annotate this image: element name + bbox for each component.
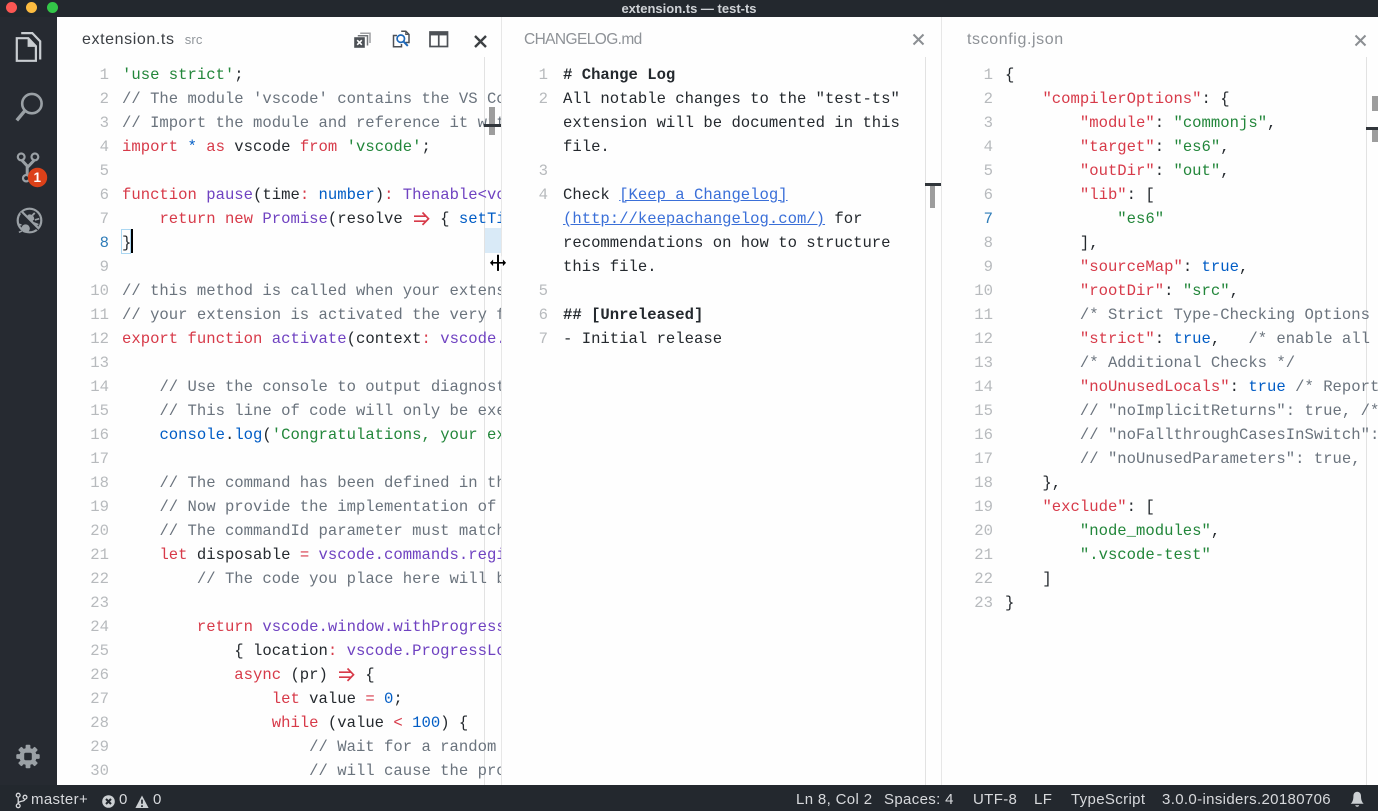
svg-text:1: 1: [34, 170, 42, 185]
